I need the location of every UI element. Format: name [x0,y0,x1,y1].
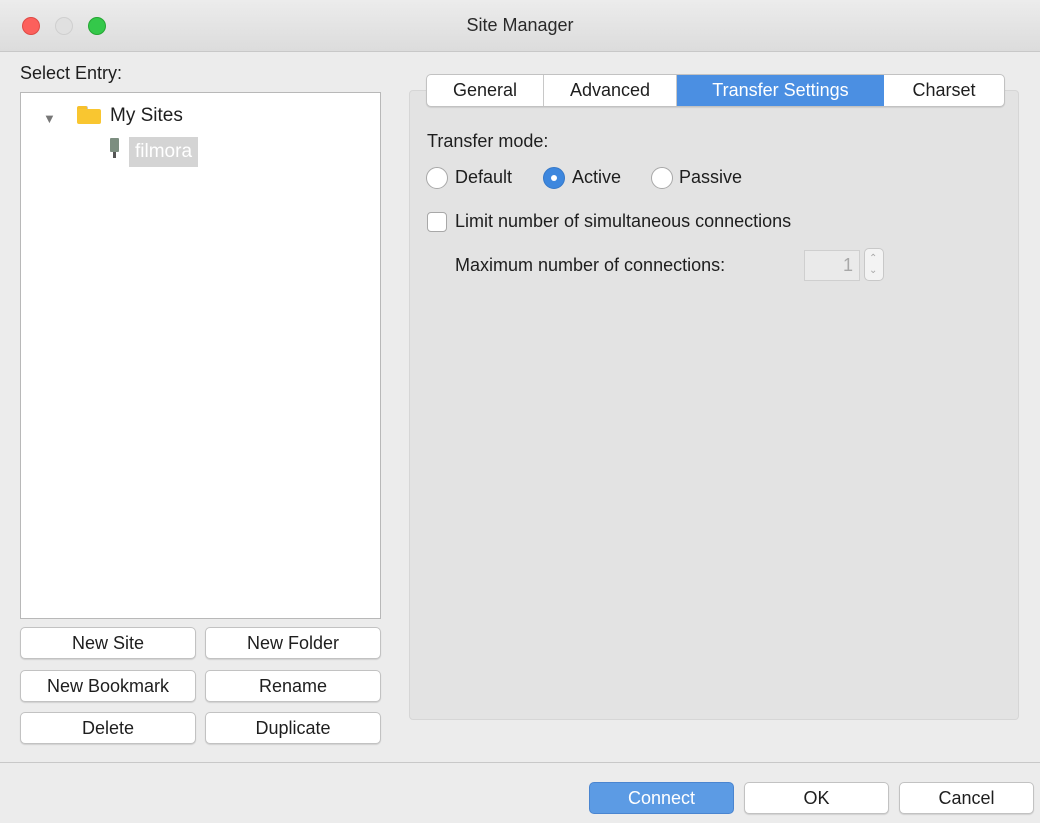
max-connections-stepper[interactable]: ⌃ ⌄ [864,248,884,281]
select-entry-label: Select Entry: [20,63,123,83]
transfer-mode-label: Transfer mode: [427,131,549,151]
radio-active[interactable] [543,167,565,189]
radio-passive[interactable] [651,167,673,189]
tab-general[interactable]: General [427,75,544,106]
new-folder-button[interactable]: New Folder [205,627,381,659]
radio-passive-label[interactable]: Passive [679,167,742,188]
rename-button[interactable]: Rename [205,670,381,702]
title-bar: Site Manager [0,0,1040,52]
tab-charset[interactable]: Charset [884,75,1004,106]
new-bookmark-button[interactable]: New Bookmark [20,670,196,702]
radio-active-label[interactable]: Active [572,167,621,188]
window-title: Site Manager [466,15,574,35]
tree-item-my-sites[interactable]: My Sites [110,105,183,127]
limit-connections-checkbox[interactable] [427,212,447,232]
cancel-button[interactable]: Cancel [899,782,1034,814]
duplicate-button[interactable]: Duplicate [205,712,381,744]
max-connections-label: Maximum number of connections: [455,255,726,275]
limit-connections-label[interactable]: Limit number of simultaneous connections [455,211,791,232]
stepper-up-icon[interactable]: ⌃ [869,254,877,264]
server-icon [110,138,119,158]
tree-item-filmora[interactable]: filmora [129,137,199,167]
delete-button[interactable]: Delete [20,712,196,744]
tab-advanced[interactable]: Advanced [544,75,677,106]
stepper-down-icon[interactable]: ⌄ [869,266,877,276]
new-site-button[interactable]: New Site [20,627,196,659]
tab-bar: General Advanced Transfer Settings Chars… [426,74,1005,107]
site-tree[interactable]: ▼ My Sites filmora [20,92,381,619]
footer-divider [0,762,1040,763]
radio-default-label[interactable]: Default [455,167,512,188]
ok-button[interactable]: OK [744,782,889,814]
folder-icon [77,106,101,124]
max-connections-input[interactable]: 1 [804,250,860,281]
radio-default[interactable] [426,167,448,189]
connect-button[interactable]: Connect [589,782,734,814]
expand-arrow-icon[interactable]: ▼ [43,111,56,126]
tab-transfer-settings[interactable]: Transfer Settings [677,75,884,106]
